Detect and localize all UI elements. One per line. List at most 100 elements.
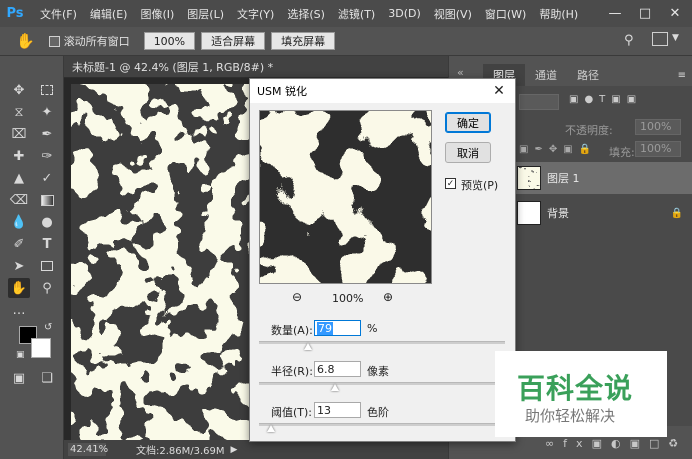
layer-name: 图层 1 xyxy=(547,172,580,185)
background-thumbnail xyxy=(517,201,541,225)
fill-field[interactable]: 100% xyxy=(635,141,681,157)
layer-filter-select[interactable] xyxy=(519,94,559,110)
radius-label: 半径(R): xyxy=(271,365,313,378)
radius-slider-thumb[interactable] xyxy=(331,384,340,391)
menu-image[interactable]: 图像(I) xyxy=(140,6,174,22)
new-layer-icon: □ xyxy=(648,437,669,450)
rectangle-tool-icon[interactable] xyxy=(36,256,58,276)
preview-image xyxy=(260,111,431,283)
chevron-down-icon[interactable]: ▼ xyxy=(672,33,679,43)
type-tool-icon[interactable]: T xyxy=(36,234,58,254)
pen-tool-icon[interactable]: ✐ xyxy=(8,234,30,254)
marquee-tool-icon[interactable] xyxy=(36,80,58,100)
document-size: 文档:2.86M/3.69M xyxy=(136,446,225,457)
workspace-icon[interactable] xyxy=(652,32,668,46)
layer-filter-icons[interactable]: ▣●T▣▣ xyxy=(569,94,642,105)
move-tool-icon[interactable]: ✥ xyxy=(8,80,30,100)
radius-slider-track[interactable] xyxy=(259,382,505,385)
quick-mask-icon[interactable]: ▣ xyxy=(8,368,30,388)
tools-panel: ✥ ⧖ ✦ ⌧ ✒ ✚ ✑ ▲ ✓ ⌫ 💧 ● ✐ T ➤ ✋ ⚲ … ↺ ▣ … xyxy=(0,56,64,459)
document-title: 未标题-1 @ 42.4% (图层 1, RGB/8#) * xyxy=(72,60,274,74)
add-mask-icon: ▣ xyxy=(591,437,611,450)
cancel-button[interactable]: 取消 xyxy=(445,142,491,163)
close-icon[interactable]: ✕ xyxy=(489,81,509,101)
amount-input[interactable]: 79 xyxy=(314,320,361,336)
tab-channels[interactable]: 通道 xyxy=(525,64,567,86)
lock-icons[interactable]: ▣✒✥▣🔒 xyxy=(519,144,597,155)
dodge-tool-icon[interactable]: ● xyxy=(36,212,58,232)
eyedropper-tool-icon[interactable]: ✒ xyxy=(36,124,58,144)
preview-checkbox[interactable]: ✓ xyxy=(445,178,456,189)
zoom-out-icon[interactable]: ⊖ xyxy=(292,290,302,304)
zoom-in-icon[interactable]: ⊕ xyxy=(383,290,393,304)
radius-input[interactable]: 6.8 xyxy=(314,361,361,377)
menu-layer[interactable]: 图层(L) xyxy=(187,6,224,22)
layer-row-layer1[interactable]: 图层 1 xyxy=(511,162,692,194)
maximize-icon[interactable]: □ xyxy=(630,0,660,27)
document-tab[interactable]: 未标题-1 @ 42.4% (图层 1, RGB/8#) * xyxy=(64,56,448,78)
status-menu-arrow-icon[interactable]: ▶ xyxy=(231,445,238,455)
zoom-level[interactable]: 42.41% xyxy=(68,443,108,456)
brush-tool-icon[interactable]: ✑ xyxy=(36,146,58,166)
watermark-subtitle: 助你轻松解决 xyxy=(525,407,616,425)
tab-paths[interactable]: 路径 xyxy=(567,64,609,86)
menu-help[interactable]: 帮助(H) xyxy=(539,6,578,22)
threshold-input[interactable]: 13 xyxy=(314,402,361,418)
eraser-tool-icon[interactable]: ⌫ xyxy=(8,190,30,210)
menu-3d[interactable]: 3D(D) xyxy=(388,7,421,20)
delete-layer-icon: ♻ xyxy=(668,437,688,450)
panel-menu-icon[interactable]: ≡ xyxy=(678,70,686,81)
scroll-all-windows-label: 滚动所有窗口 xyxy=(63,35,130,48)
zoom-tool-icon[interactable]: ⚲ xyxy=(36,278,58,298)
fit-screen-button[interactable]: 适合屏幕 xyxy=(201,32,266,50)
dialog-titlebar[interactable]: USM 锐化 ✕ xyxy=(250,79,515,103)
menu-type[interactable]: 文字(Y) xyxy=(237,6,274,22)
minimize-icon[interactable]: — xyxy=(600,0,630,27)
gradient-tool-icon[interactable] xyxy=(36,190,58,210)
lasso-tool-icon[interactable]: ⧖ xyxy=(8,102,30,122)
ok-button[interactable]: 确定 xyxy=(445,112,491,133)
scroll-all-windows-checkbox[interactable] xyxy=(48,35,60,47)
hand-tool-preset-icon[interactable]: ✋ xyxy=(16,32,35,50)
layer1-thumbnail xyxy=(517,166,541,190)
fx-icon: fx xyxy=(563,437,592,450)
screen-mode-icon[interactable]: ❏ xyxy=(36,368,58,388)
link-layers-icon: ∞ xyxy=(545,437,564,450)
threshold-slider-track[interactable] xyxy=(259,423,505,426)
menu-window[interactable]: 窗口(W) xyxy=(485,6,526,22)
amount-unit: % xyxy=(367,322,378,335)
opacity-field[interactable]: 100% xyxy=(635,119,681,135)
dialog-title: USM 锐化 xyxy=(257,85,308,98)
menu-select[interactable]: 选择(S) xyxy=(287,6,325,22)
filter-preview[interactable] xyxy=(259,110,432,284)
fill-screen-button[interactable]: 填充屏幕 xyxy=(271,32,336,50)
preview-zoom-level: 100% xyxy=(332,292,364,305)
threshold-unit: 色阶 xyxy=(367,406,389,419)
quick-select-tool-icon[interactable]: ✦ xyxy=(36,102,58,122)
healing-brush-tool-icon[interactable]: ✚ xyxy=(8,146,30,166)
history-brush-tool-icon[interactable]: ✓ xyxy=(36,168,58,188)
layer-actions[interactable]: ∞fx▣◐▣□♻ xyxy=(545,437,687,450)
menu-file[interactable]: 文件(F) xyxy=(40,6,77,22)
background-color-swatch[interactable] xyxy=(31,338,51,358)
amount-slider-track[interactable] xyxy=(259,341,505,344)
default-colors-icon[interactable]: ▣ xyxy=(16,350,25,360)
close-window-icon[interactable]: ✕ xyxy=(660,0,690,27)
layer-row-background[interactable]: 背景 🔒 xyxy=(511,197,692,229)
more-tools-icon[interactable]: … xyxy=(8,300,30,320)
path-selection-tool-icon[interactable]: ➤ xyxy=(8,256,30,276)
search-icon[interactable]: ⚲ xyxy=(624,33,634,48)
photoshop-logo: Ps xyxy=(6,6,24,21)
crop-tool-icon[interactable]: ⌧ xyxy=(8,124,30,144)
zoom-100-button[interactable]: 100% xyxy=(143,32,196,50)
threshold-slider-thumb[interactable] xyxy=(267,425,276,432)
blur-tool-icon[interactable]: 💧 xyxy=(8,212,30,232)
hand-tool-icon[interactable]: ✋ xyxy=(8,278,30,298)
menu-view[interactable]: 视图(V) xyxy=(434,6,472,22)
options-bar: ✋ 滚动所有窗口 100% 适合屏幕 填充屏幕 ⚲ ▼ xyxy=(0,27,692,56)
swap-colors-icon[interactable]: ↺ xyxy=(44,322,52,333)
menu-edit[interactable]: 编辑(E) xyxy=(90,6,128,22)
amount-slider-thumb[interactable] xyxy=(304,343,313,350)
menu-filter[interactable]: 滤镜(T) xyxy=(338,6,375,22)
clone-stamp-tool-icon[interactable]: ▲ xyxy=(8,168,30,188)
